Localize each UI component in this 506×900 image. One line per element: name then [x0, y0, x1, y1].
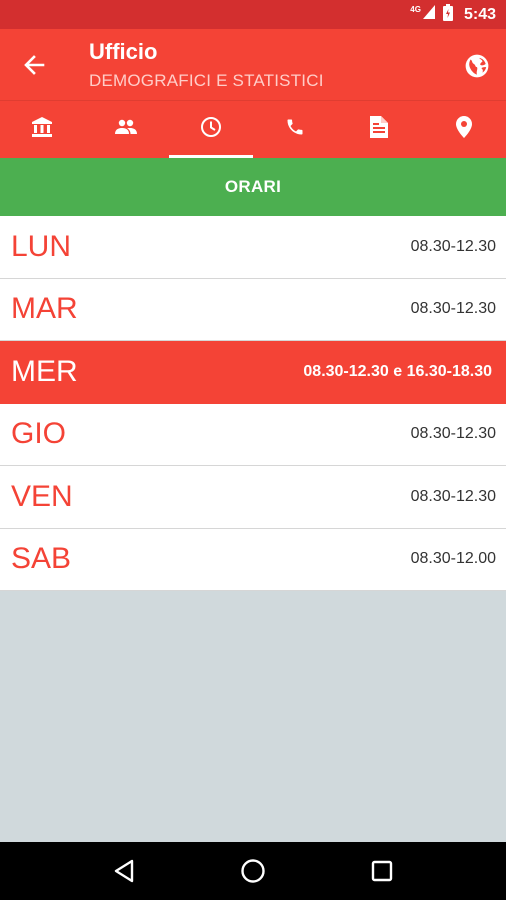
network-type-label: 4G: [410, 5, 421, 14]
tab-office[interactable]: [0, 101, 84, 158]
hours-label: 08.30-12.30 e 16.30-18.30: [303, 362, 492, 380]
day-label: GIO: [11, 417, 67, 451]
tab-contacts[interactable]: [253, 101, 337, 158]
location-pin-icon: [455, 116, 472, 143]
day-label: LUN: [11, 229, 72, 263]
people-icon: [115, 119, 138, 140]
document-icon: [370, 116, 389, 143]
day-label: SAB: [11, 542, 72, 576]
page-title: Ufficio: [89, 39, 158, 64]
schedule-list: LUN 08.30-12.30 MAR 08.30-12.30 MER 08.3…: [0, 216, 506, 591]
status-bar: 4G 5:43: [0, 0, 506, 29]
app-bar: Ufficio DEMOGRAFICI E STATISTICI: [0, 29, 506, 100]
clock-time: 5:43: [463, 5, 496, 23]
nav-back-icon[interactable]: [104, 851, 144, 891]
section-header: ORARI: [0, 158, 506, 216]
arrow-back-icon[interactable]: [18, 49, 50, 81]
tab-documents[interactable]: [337, 101, 421, 158]
hours-label: 08.30-12.00: [410, 550, 496, 568]
schedule-row-mer-today: MER 08.30-12.30 e 16.30-18.30: [0, 341, 506, 404]
tab-location[interactable]: [422, 101, 506, 158]
section-title: ORARI: [224, 177, 282, 196]
schedule-row-sab: SAB 08.30-12.00: [0, 528, 506, 591]
bank-icon: [31, 117, 53, 142]
schedule-row-gio: GIO 08.30-12.30: [0, 403, 506, 466]
nav-home-icon[interactable]: [233, 851, 273, 891]
battery-icon: [442, 3, 453, 26]
schedule-row-lun: LUN 08.30-12.30: [0, 216, 506, 279]
day-label: VEN: [11, 479, 73, 513]
hours-label: 08.30-12.30: [410, 425, 496, 443]
system-nav-bar: [0, 842, 506, 900]
tab-hours[interactable]: [168, 101, 254, 158]
signal-icon: [422, 4, 436, 25]
hours-label: 08.30-12.30: [410, 237, 496, 255]
hours-label: 08.30-12.30: [410, 300, 496, 318]
globe-icon[interactable]: [462, 51, 492, 81]
page-subtitle: DEMOGRAFICI E STATISTICI: [89, 71, 324, 90]
schedule-row-ven: VEN 08.30-12.30: [0, 466, 506, 529]
tab-staff[interactable]: [84, 101, 168, 158]
tab-bar: [0, 100, 506, 158]
day-label: MAR: [11, 292, 78, 326]
schedule-row-mar: MAR 08.30-12.30: [0, 278, 506, 341]
phone-icon: [285, 117, 305, 142]
nav-recents-icon[interactable]: [362, 851, 402, 891]
clock-icon: [200, 116, 222, 143]
day-label: MER: [11, 354, 78, 388]
hours-label: 08.30-12.30: [410, 487, 496, 505]
